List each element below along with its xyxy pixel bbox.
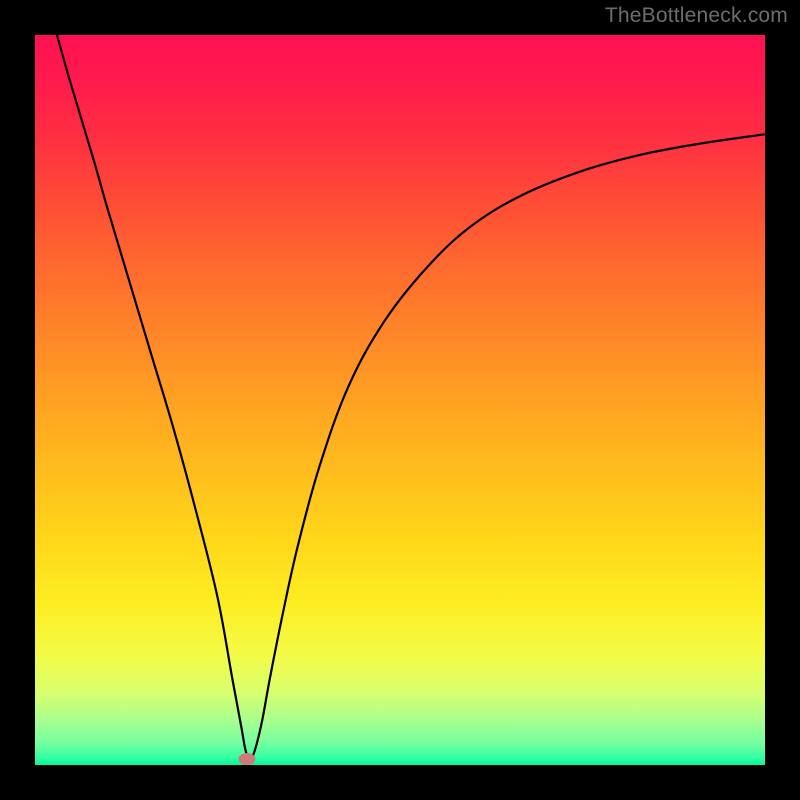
watermark-text: TheBottleneck.com	[605, 4, 788, 28]
minimum-marker	[239, 753, 256, 765]
plot-area	[35, 35, 765, 765]
bottleneck-curve	[57, 35, 765, 760]
curve-svg	[35, 35, 765, 765]
chart-frame: TheBottleneck.com	[0, 0, 800, 800]
